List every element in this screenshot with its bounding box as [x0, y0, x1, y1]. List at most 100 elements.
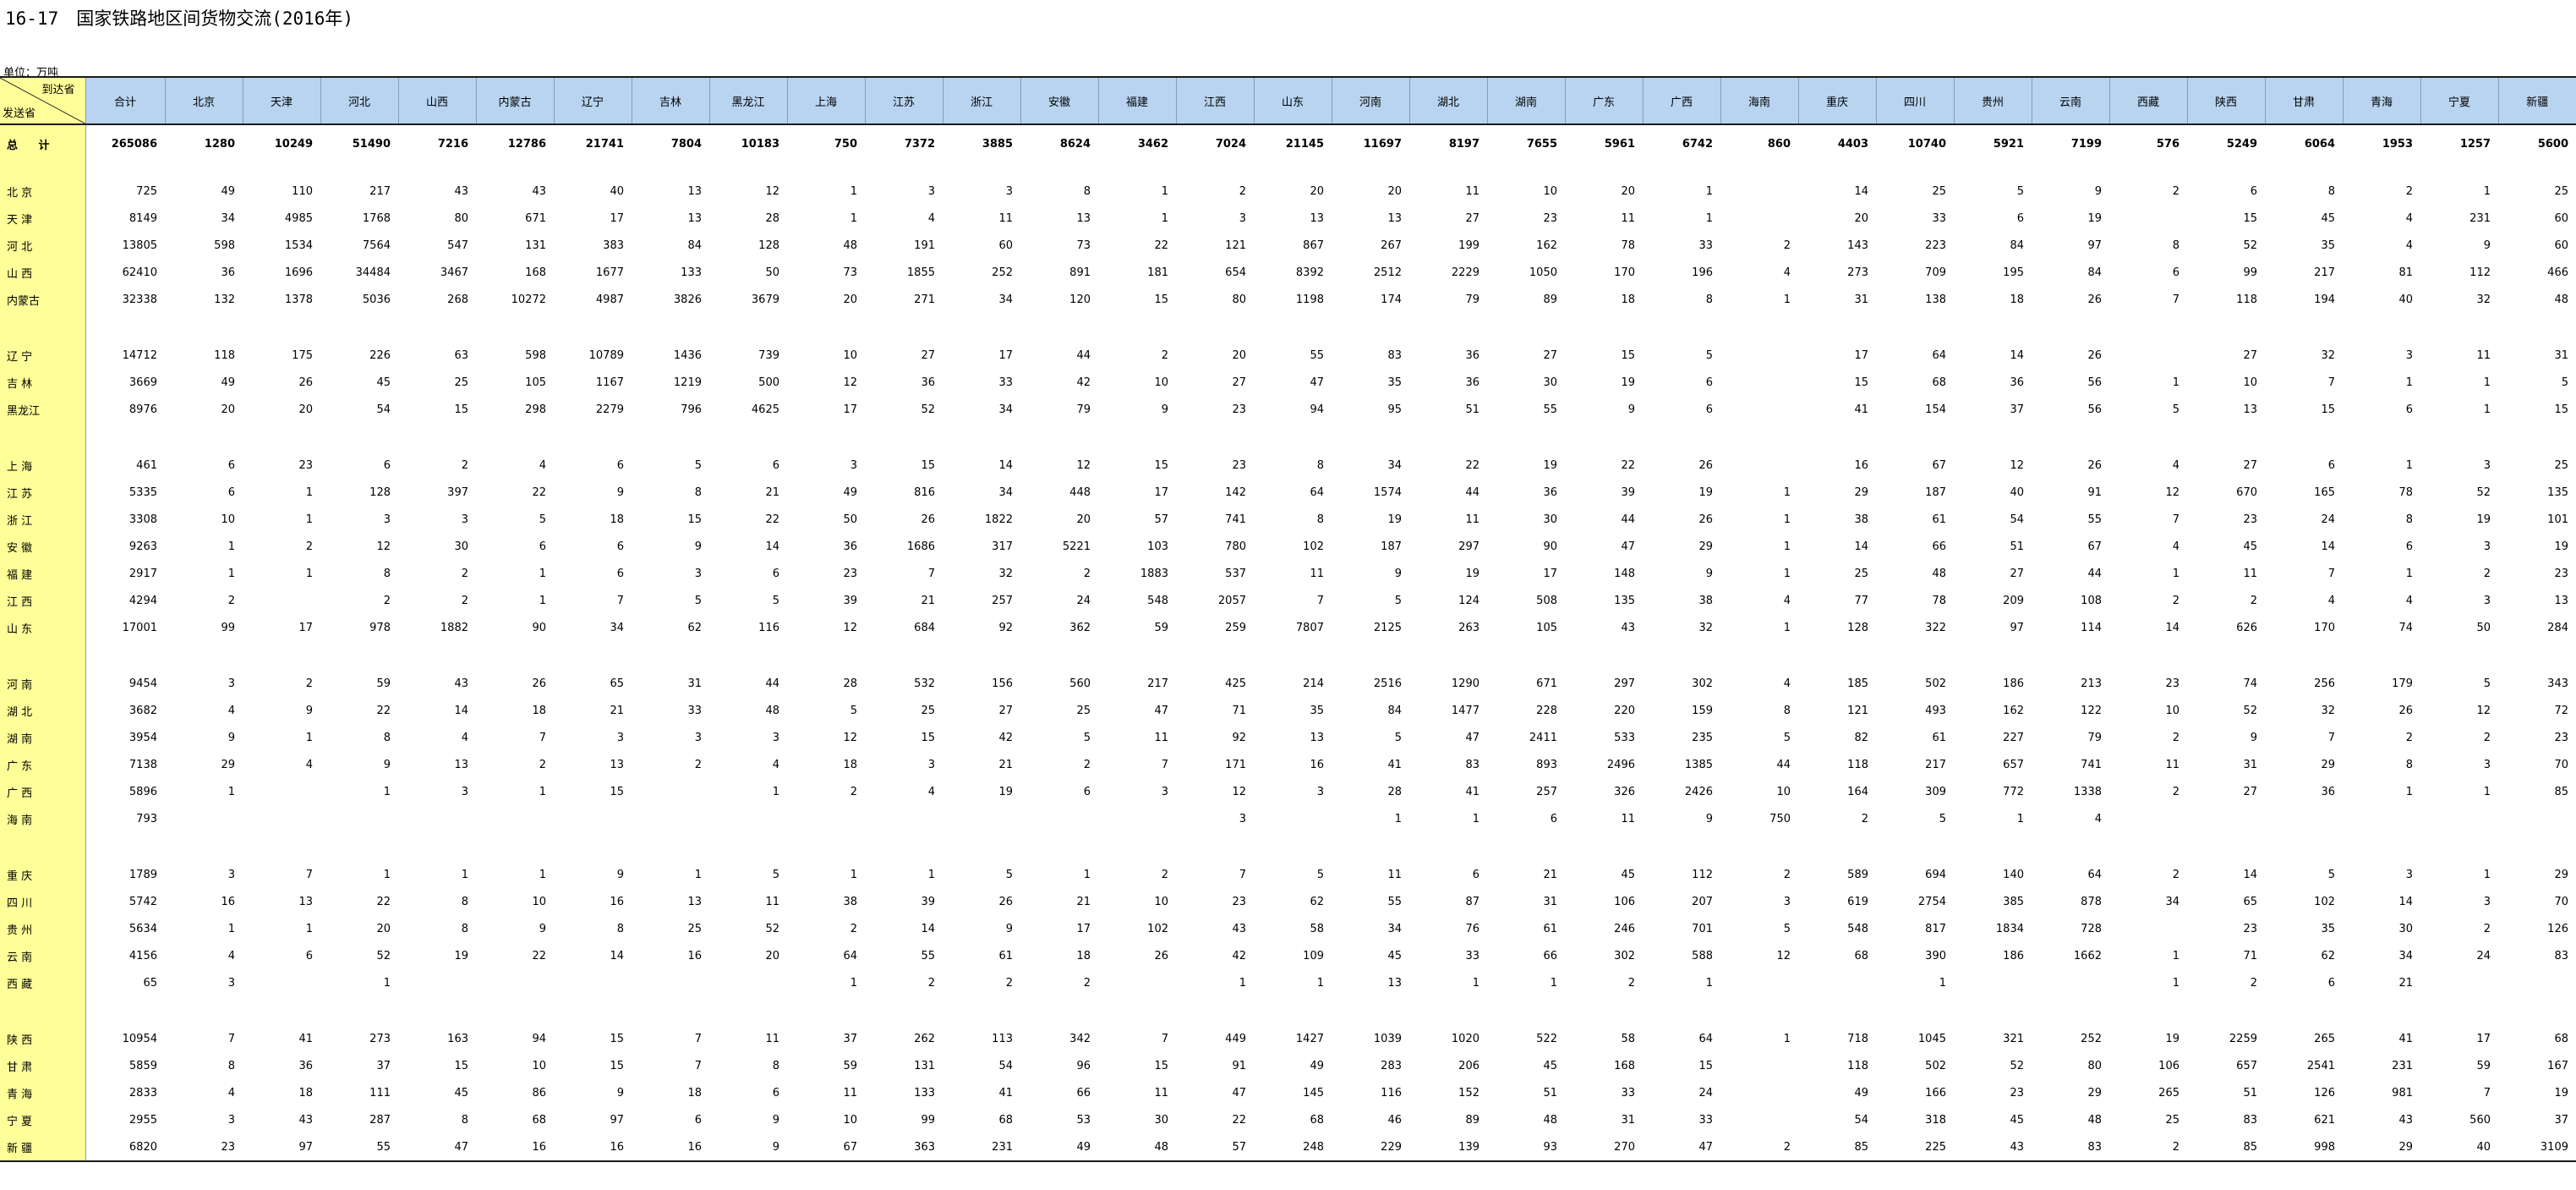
data-cell: 1: [2016, 812, 2024, 825]
data-cell: 362: [1069, 621, 1091, 634]
data-cell: 37: [843, 1032, 857, 1045]
data-cell: 9: [2094, 184, 2102, 198]
row-label: 内蒙古: [0, 286, 86, 313]
data-cell: 461: [136, 458, 157, 472]
data-cell: 493: [1925, 704, 1946, 717]
data-cell: 20: [376, 922, 391, 935]
data-cell: 97: [2010, 621, 2024, 634]
data-cell: 252: [2081, 1032, 2102, 1045]
data-cell: 2: [694, 758, 702, 771]
data-cell: 302: [1614, 949, 1635, 962]
data-cell: 8: [383, 731, 391, 744]
data-cell: 1: [539, 868, 546, 881]
data-cell: 62: [1310, 895, 1324, 908]
table-row: 西 藏 65 3 1 1 2 2 2 1 1 13 1 1 2 1 1 1 2 6 21: [0, 969, 2576, 996]
data-cell: 19: [2476, 513, 2491, 526]
data-cell: 52: [2010, 1059, 2024, 1072]
data-cell: [709, 805, 787, 832]
table-row: 广 西 5896 1 1 3 1 15 1 2 4 19 6 3 12 3 28 41 257 326 2426 10 1…: [0, 778, 2576, 805]
data-cell: 13: [1387, 976, 1402, 990]
data-cell: 1855: [906, 266, 935, 279]
data-cell: 1280: [204, 137, 235, 151]
data-cell: 3467: [440, 266, 468, 279]
data-cell: 105: [1536, 621, 1557, 634]
data-cell: 246: [1614, 922, 1635, 935]
data-cell: 7: [1239, 868, 1246, 881]
table-row: 浙 江 3308 10 1 3 3 5 18 15 22 50 26 1822 20 57 741 8 19 11 3…: [0, 506, 2576, 533]
data-cell: 27: [1465, 211, 1479, 225]
data-cell: 8: [1705, 293, 1713, 306]
data-cell: 2: [1083, 567, 1091, 580]
data-cell: 7804: [670, 137, 702, 151]
data-cell: 1050: [1529, 266, 1557, 279]
data-cell: 8: [2172, 239, 2179, 252]
data-cell: 9: [2250, 731, 2257, 744]
data-cell: 5: [539, 513, 546, 526]
data-cell: 1: [305, 922, 313, 935]
data-cell: 3: [694, 731, 702, 744]
data-cell: 23: [843, 567, 857, 580]
data-cell: 8: [2405, 758, 2413, 771]
data-cell: 22: [1232, 1113, 1246, 1127]
data-cell: 20: [1232, 348, 1246, 362]
data-cell: 5: [2172, 403, 2179, 416]
table-body: 到达省 发送省 合计 北京 天津 河北 山西 内蒙古 辽宁 吉林 黑龙江 上海 江苏 浙江 安徽 福建 江西…: [0, 76, 2576, 1162]
data-cell: 80: [454, 211, 468, 225]
data-cell: 19: [1543, 458, 1557, 472]
table-row: 山 东 17001 99 17 978 1882 90 34 62 116 12 684 92 362 59…: [0, 614, 2576, 641]
data-cell: 207: [1692, 895, 1713, 908]
data-cell: 343: [2547, 677, 2568, 690]
data-cell: 83: [2554, 949, 2568, 962]
data-cell: 66: [1543, 949, 1557, 962]
column-header: 河北: [320, 76, 398, 125]
data-cell: 893: [1536, 758, 1557, 771]
data-cell: 23: [1232, 895, 1246, 908]
data-cell: 10: [532, 895, 546, 908]
data-cell: 52: [2243, 239, 2257, 252]
data-cell: 64: [1698, 1032, 1713, 1045]
data-cell: 385: [2003, 895, 2024, 908]
row-label: 浙 江: [0, 506, 86, 533]
data-cell: 3: [927, 184, 935, 198]
table-title: 16-17 国家铁路地区间货物交流(2016年): [5, 8, 354, 29]
data-cell: 14: [921, 922, 935, 935]
data-cell: 8: [772, 1059, 779, 1072]
data-cell: 25: [2165, 1113, 2179, 1127]
data-cell: 36: [921, 376, 935, 389]
data-cell: 2: [461, 594, 468, 607]
data-cell: 60: [2554, 211, 2568, 225]
data-cell: 8976: [129, 403, 157, 416]
data-cell: 684: [914, 621, 935, 634]
data-cell: 6: [227, 485, 235, 499]
data-cell: 21: [1076, 895, 1091, 908]
data-cell: 24: [1076, 594, 1091, 607]
data-cell: 1: [850, 976, 857, 990]
data-cell: 16: [221, 895, 235, 908]
data-cell: 55: [1543, 403, 1557, 416]
data-cell: 44: [1776, 758, 1791, 771]
data-cell: 2: [305, 677, 313, 690]
data-cell: 6: [772, 458, 779, 472]
data-cell: 33: [1698, 239, 1713, 252]
data-cell: 185: [1847, 677, 1868, 690]
data-cell: 3: [461, 513, 468, 526]
data-cell: 124: [1458, 594, 1479, 607]
data-cell: 15: [1154, 1059, 1168, 1072]
data-cell: 1953: [2382, 137, 2413, 151]
data-cell: 51: [2010, 540, 2024, 553]
spacer-cell: [85, 832, 2576, 861]
data-cell: 19: [2554, 1086, 2568, 1100]
data-cell: 7216: [437, 137, 468, 151]
spacer-cell: [85, 162, 2576, 178]
data-cell: 588: [1692, 949, 1713, 962]
data-cell: 48: [1543, 1113, 1557, 1127]
data-cell: 619: [1847, 895, 1868, 908]
data-cell: 621: [2314, 1113, 2335, 1127]
data-cell: 1: [772, 785, 779, 798]
data-cell: 1574: [1373, 485, 1402, 499]
data-cell: 223: [1925, 239, 1946, 252]
column-header: 新疆: [2497, 76, 2576, 125]
data-cell: 7: [2327, 731, 2335, 744]
data-cell: 74: [2398, 621, 2413, 634]
data-cell: 16: [687, 949, 702, 962]
